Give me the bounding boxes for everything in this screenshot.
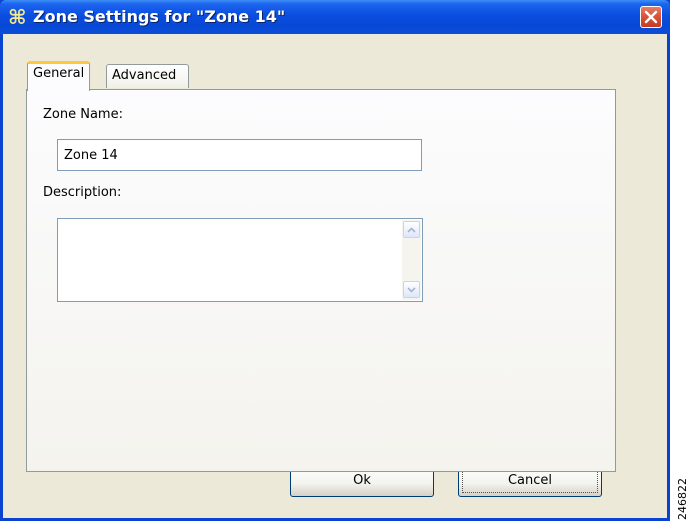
description-textarea[interactable] [57,218,423,302]
scroll-track[interactable] [404,240,419,280]
zone-name-input[interactable] [57,139,422,171]
close-icon [644,10,658,24]
chevron-up-icon [407,226,416,233]
tab-general[interactable]: General [27,61,91,91]
dialog-window: ⌘ Zone Settings for "Zone 14" General Ad… [0,0,670,521]
close-button[interactable] [640,6,662,28]
chevron-down-icon [407,286,416,293]
title-bar[interactable]: ⌘ Zone Settings for "Zone 14" [0,0,670,34]
scroll-down-button[interactable] [403,281,420,298]
tab-advanced[interactable]: Advanced [106,64,189,88]
dialog-body: General Advanced Zone Name: Description: [3,34,667,518]
scroll-up-button[interactable] [403,221,420,238]
zone-name-label: Zone Name: [43,107,123,122]
app-icon: ⌘ [8,5,27,29]
figure-id: 246822 [676,478,689,520]
tab-panel-general: Zone Name: Description: [26,89,616,472]
description-label: Description: [43,185,122,200]
window-title: Zone Settings for "Zone 14" [33,7,286,26]
description-scrollbar[interactable] [402,220,421,300]
